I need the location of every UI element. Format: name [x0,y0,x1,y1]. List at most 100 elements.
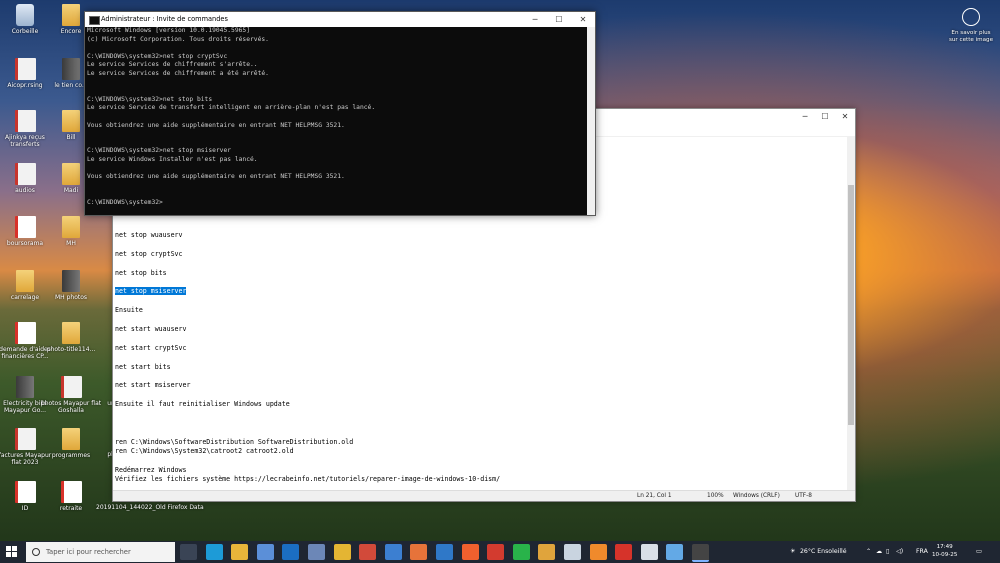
folder-icon [62,428,80,450]
pdf-icon [14,322,36,344]
cmd-close-button[interactable]: ✕ [571,12,595,27]
file-explorer-icon[interactable] [231,544,249,560]
pdf-icon [60,481,82,503]
app-ocean-icon[interactable] [435,544,453,560]
cmd-maximize-button[interactable]: ☐ [547,12,571,27]
console-line: Microsoft Windows [version 10.0.19045.59… [87,27,251,34]
desktop-icon[interactable]: retraite [40,481,102,512]
taskbar-apps [180,544,717,562]
cmd-vertical-scrollbar[interactable] [587,27,595,215]
start-button[interactable] [6,546,18,558]
volume-icon[interactable]: ◁) [896,541,903,563]
tray-chevron-icon[interactable]: ⌃ [866,541,871,563]
desktop-icon[interactable]: photos Mayapur flat Goshalla [40,376,102,414]
app-orange-icon[interactable] [410,544,428,560]
brave-icon[interactable] [461,544,479,560]
notepad-close-button[interactable]: ✕ [835,109,855,125]
doc-icon [14,110,36,132]
editor-line: net stop cryptSvc [115,249,183,258]
battery-icon[interactable]: ▯ [886,541,889,563]
cmd-console[interactable]: Microsoft Windows [version 10.0.19045.59… [87,27,586,215]
folder-icon [62,322,80,344]
desktop-icon-label: photo-title114... [46,346,96,353]
folder-icon [16,270,34,292]
bin-icon [16,4,34,26]
desktop-icon-label: retraite [59,505,83,512]
outlook-icon[interactable] [282,544,300,560]
book-icon [62,58,80,80]
store-icon[interactable] [256,544,274,560]
weather-widget[interactable]: 26°C Ensoleillé [800,541,847,563]
notepad-minimize-button[interactable]: ─ [795,109,815,125]
folder-icon [62,163,80,185]
scroll-thumb[interactable] [848,185,854,425]
selected-text[interactable]: net stop msiserver [115,287,187,296]
weather-icon[interactable]: ☀ [790,541,796,563]
taskbar-search-box[interactable]: Taper ici pour rechercher [26,542,175,562]
clock[interactable]: 17:49 10-09-25 [932,544,957,559]
editor-line: net start cryptSvc [115,343,187,352]
desktop-icon[interactable]: photo-title114... [40,322,102,353]
cmd-icon [89,16,100,25]
notification-icon[interactable]: ▭ [976,541,982,563]
console-line: Le service Windows Installer n'est pas l… [87,155,258,163]
firefox-icon[interactable] [589,544,607,560]
language-indicator[interactable]: FRA [916,541,928,563]
spotlight-info[interactable]: En savoir plus sur cette image [948,8,994,44]
console-line: Le service Services de chiffrement s'arr… [87,61,258,69]
acrobat-icon[interactable] [615,544,633,560]
system-tray: ☀ 26°C Ensoleillé ⌃ ☁ ▯ ◁) FRA 17:49 10-… [790,541,1000,563]
onedrive-icon[interactable] [666,544,684,560]
network-icon[interactable] [307,544,325,560]
status-zoom: 100% [707,493,724,499]
app-blue-icon[interactable] [384,544,402,560]
chrome-icon[interactable] [333,544,351,560]
taskbar: Taper ici pour rechercher ☀ 26°C Ensolei… [0,541,1000,563]
cmd-titlebar[interactable]: Administrateur : Invite de commandes ─ ☐… [85,12,595,27]
cmd-window[interactable]: Administrateur : Invite de commandes ─ ☐… [84,11,596,216]
status-position: Ln 21, Col 1 [637,493,672,499]
notepad-vertical-scrollbar[interactable] [847,137,855,491]
terminal-icon[interactable] [691,544,709,562]
folder-icon [62,110,80,132]
editor-line: Ensuite il faut reinitialiser Windows up… [115,400,290,409]
firefox-data-label[interactable]: 20191104_144022_Old Firefox Data [96,504,226,511]
desktop-icon[interactable]: MH photos [40,270,102,301]
editor-line: Vérifiez les fichiers système https://le… [115,475,501,484]
folder-icon [62,4,80,26]
search-icon [32,548,40,556]
network-icon[interactable]: ☁ [876,541,882,563]
notepad-maximize-button[interactable]: ☐ [815,109,835,125]
pdf-icon [14,481,36,503]
cmd-minimize-button[interactable]: ─ [523,12,547,27]
app-misc-icon[interactable] [538,544,556,560]
edge-icon[interactable] [205,544,223,560]
paint-icon[interactable] [640,544,658,560]
desktop-icon[interactable]: MH [40,216,102,247]
app-notes-icon[interactable] [563,544,581,560]
app-gmail-icon[interactable] [487,544,505,560]
editor-line: Ensuite [115,306,143,315]
console-line: Le service Service de transfert intellig… [87,104,376,112]
book-icon [62,270,80,292]
task-view-icon[interactable] [180,544,197,560]
whatsapp-icon[interactable] [512,544,530,560]
console-line: Vous obtiendrez une aide supplémentaire … [87,121,345,129]
editor-line: net start bits [115,362,171,371]
app-red-icon[interactable] [359,544,377,560]
editor-line: net stop wuauserv [115,231,183,239]
